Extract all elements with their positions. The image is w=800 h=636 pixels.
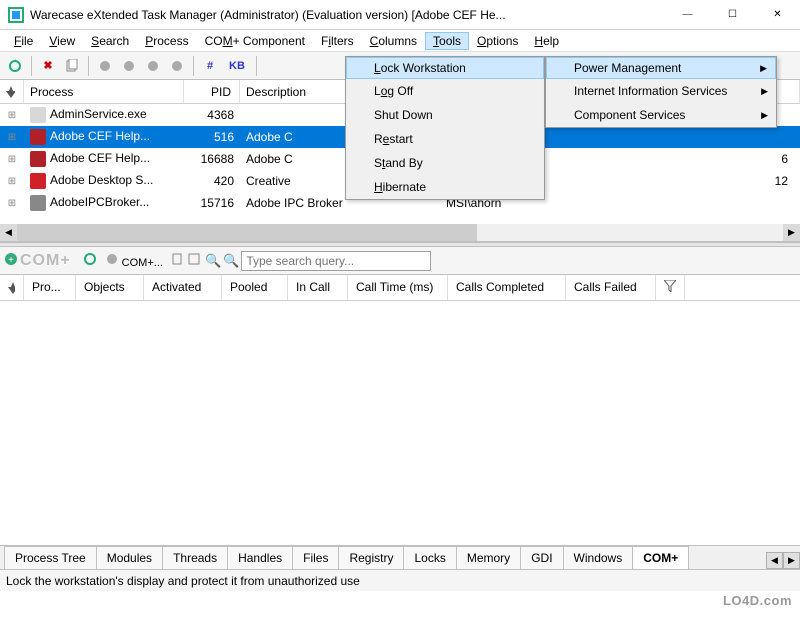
- column-incall[interactable]: In Call: [288, 275, 348, 300]
- close-button[interactable]: ✕: [755, 0, 800, 29]
- column-calltime[interactable]: Call Time (ms): [348, 275, 448, 300]
- tab-memory[interactable]: Memory: [456, 546, 521, 569]
- complus-icon[interactable]: COM+...: [101, 252, 167, 269]
- menu-tools[interactable]: Tools: [425, 32, 469, 50]
- column-pro[interactable]: Pro...: [24, 275, 76, 300]
- status-text: Lock the workstation's display and prote…: [6, 574, 360, 588]
- hash-button[interactable]: #: [199, 55, 221, 77]
- complus-add-button[interactable]: +: [4, 252, 18, 269]
- menu-help[interactable]: Help: [526, 32, 567, 50]
- scroll-left-icon[interactable]: ◀: [0, 224, 17, 241]
- column-activated[interactable]: Activated: [144, 275, 222, 300]
- statusbar: Lock the workstation's display and prote…: [0, 569, 800, 591]
- menu-item-stand-by[interactable]: Stand By: [346, 151, 544, 175]
- complus-table-header: Pro... Objects Activated Pooled In Call …: [0, 275, 800, 301]
- tab-locks[interactable]: Locks: [403, 546, 456, 569]
- menu-item-internet-information-services[interactable]: Internet Information Services▶: [546, 79, 776, 103]
- tab-modules[interactable]: Modules: [96, 546, 163, 569]
- expand-icon[interactable]: ⊞: [0, 132, 24, 143]
- column-objects[interactable]: Objects: [76, 275, 144, 300]
- menu-item-hibernate[interactable]: Hibernate: [346, 175, 544, 199]
- pin-column[interactable]: [0, 275, 24, 300]
- find-button[interactable]: 🔍: [205, 253, 221, 269]
- menu-process[interactable]: Process: [137, 32, 196, 50]
- scroll-thumb[interactable]: [17, 224, 477, 241]
- column-pid[interactable]: PID: [184, 80, 240, 103]
- toolbar-separator: [31, 56, 32, 76]
- gear1-button[interactable]: [94, 55, 116, 77]
- menu-view[interactable]: View: [41, 32, 83, 50]
- complus-search-input[interactable]: [241, 251, 431, 271]
- tab-windows[interactable]: Windows: [563, 546, 634, 569]
- menubar: File View Search Process COM+ Component …: [0, 30, 800, 52]
- maximize-button[interactable]: ☐: [710, 0, 755, 29]
- expand-icon[interactable]: ⊞: [0, 110, 24, 121]
- tab-registry[interactable]: Registry: [338, 546, 404, 569]
- tab-scroll-left[interactable]: ◀: [766, 552, 783, 569]
- submenu-arrow-icon: ▶: [761, 86, 768, 97]
- column-callsfailed[interactable]: Calls Failed: [566, 275, 656, 300]
- menu-search[interactable]: Search: [83, 32, 137, 50]
- menu-file[interactable]: File: [6, 32, 41, 50]
- tab-nav: ◀ ▶: [766, 552, 800, 569]
- column-callscompleted[interactable]: Calls Completed: [448, 275, 566, 300]
- complus-toolbar: + COM+ COM+... 🔍 🔍: [0, 247, 800, 275]
- expand-icon[interactable]: ⊞: [0, 198, 24, 209]
- menu-com-component[interactable]: COM+ Component: [197, 32, 313, 50]
- copy-button[interactable]: [61, 55, 83, 77]
- menu-item-component-services[interactable]: Component Services▶: [546, 103, 776, 127]
- pin-column[interactable]: [0, 80, 24, 103]
- menu-item-log-off[interactable]: Log Off: [346, 79, 544, 103]
- toolbar-separator: [88, 56, 89, 76]
- find-next-button[interactable]: 🔍: [223, 253, 239, 269]
- tab-files[interactable]: Files: [292, 546, 339, 569]
- gear4-button[interactable]: [166, 55, 188, 77]
- tab-gdi[interactable]: GDI: [520, 546, 563, 569]
- toolbar-separator: [193, 56, 194, 76]
- kb-button[interactable]: KB: [223, 55, 251, 77]
- app-icon: [8, 7, 24, 23]
- watermark: LO4D.com: [723, 593, 792, 608]
- svg-text:+: +: [8, 255, 14, 266]
- submenu-arrow-icon: ▶: [760, 63, 767, 74]
- complus-copy-button[interactable]: [171, 252, 185, 269]
- menu-item-restart[interactable]: Restart: [346, 127, 544, 151]
- horizontal-scrollbar[interactable]: ◀ ▶: [0, 224, 800, 241]
- menu-filters[interactable]: Filters: [313, 32, 362, 50]
- tab-threads[interactable]: Threads: [162, 546, 228, 569]
- column-pooled[interactable]: Pooled: [222, 275, 288, 300]
- kill-button[interactable]: ✖: [37, 55, 59, 77]
- menu-item-shut-down[interactable]: Shut Down: [346, 103, 544, 127]
- tab-scroll-right[interactable]: ▶: [783, 552, 800, 569]
- bottom-tabs: Process TreeModulesThreadsHandlesFilesRe…: [0, 545, 800, 569]
- expand-icon[interactable]: ⊞: [0, 176, 24, 187]
- gear2-button[interactable]: [118, 55, 140, 77]
- gear3-button[interactable]: [142, 55, 164, 77]
- complus-table: Pro... Objects Activated Pooled In Call …: [0, 275, 800, 545]
- toolbar-separator: [256, 56, 257, 76]
- window-title: Warecase eXtended Task Manager (Administ…: [30, 8, 665, 22]
- tools-menu: Power Management▶Internet Information Se…: [545, 56, 777, 128]
- complus-paste-button[interactable]: [187, 252, 201, 269]
- titlebar: Warecase eXtended Task Manager (Administ…: [0, 0, 800, 30]
- submenu-arrow-icon: ▶: [761, 110, 768, 121]
- menu-options[interactable]: Options: [469, 32, 526, 50]
- menu-item-power-management[interactable]: Power Management▶: [546, 57, 776, 79]
- tab-handles[interactable]: Handles: [227, 546, 293, 569]
- expand-icon[interactable]: ⊞: [0, 154, 24, 165]
- menu-item-lock-workstation[interactable]: Lock Workstation: [346, 57, 544, 79]
- tools-power-menu: Lock WorkstationLog OffShut DownRestartS…: [345, 56, 545, 200]
- column-process[interactable]: Process: [24, 80, 184, 103]
- menu-columns[interactable]: Columns: [362, 32, 425, 50]
- tab-process-tree[interactable]: Process Tree: [4, 546, 97, 569]
- tab-com-[interactable]: COM+: [632, 546, 689, 569]
- filter-column[interactable]: [656, 275, 685, 300]
- scroll-right-icon[interactable]: ▶: [783, 224, 800, 241]
- refresh-button[interactable]: [4, 55, 26, 77]
- complus-refresh-button[interactable]: [83, 252, 97, 269]
- complus-title: COM+: [20, 252, 71, 270]
- minimize-button[interactable]: —: [665, 0, 710, 29]
